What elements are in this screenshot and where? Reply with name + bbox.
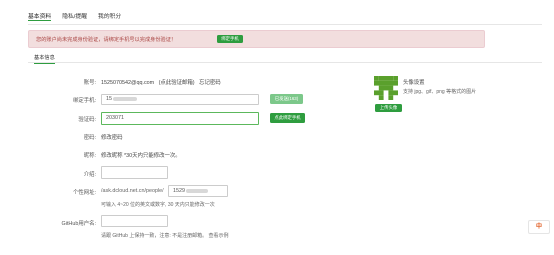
alert-message: 您的账户尚未完成身份验证，请绑定手机号以完成身份验证！ <box>36 37 177 43</box>
avatar-title: 头像设置 <box>403 80 425 86</box>
input-method-toolbar[interactable]: 中 <box>528 220 550 234</box>
personal-url-label: 个性网址: <box>72 190 96 196</box>
phone-redacted <box>113 96 137 101</box>
password-label: 密码: <box>83 135 96 141</box>
github-username-input[interactable] <box>101 215 168 227</box>
verification-alert: 您的账户尚未完成身份验证，请绑定手机号以完成身份验证！ 绑定手机 <box>28 30 485 48</box>
nickname-label: 昵称: <box>83 153 96 159</box>
personal-url-prefix: /ask.dcloud.net.cn/people/ <box>101 188 164 194</box>
forgot-password-link[interactable]: 忘记密码 <box>199 80 221 86</box>
upload-avatar-button[interactable]: 上传头像 <box>375 104 402 112</box>
github-label: GitHub用户名: <box>61 221 96 227</box>
verify-email-link[interactable]: (点此验证邮箱) <box>159 80 195 86</box>
intro-input[interactable] <box>101 166 168 179</box>
account-email: 1525070542@qq.com <box>101 80 155 86</box>
code-label: 验证码: <box>78 117 96 123</box>
tab-basic-profile[interactable]: 基本资料 <box>28 9 52 21</box>
ime-chinese-icon: 中 <box>535 224 542 230</box>
personal-url-hint: 可输入 4~20 位的英文或数字, 30 天内只能修改一次 <box>101 202 215 208</box>
send-code-button[interactable]: 已发送(163) <box>270 94 303 104</box>
bind-phone-button[interactable]: 点此绑定手机 <box>270 113 305 123</box>
phone-value: 15 <box>106 96 112 102</box>
personal-url-redacted <box>186 188 208 193</box>
phone-input[interactable]: 15 <box>101 94 259 105</box>
change-nickname-link[interactable]: 修改昵称 *30天内只能修改一次。 <box>101 151 181 159</box>
account-row: 1525070542@qq.com (点此验证邮箱) 忘记密码 <box>101 78 221 86</box>
phone-label: 绑定手机: <box>72 98 96 104</box>
personal-url-input[interactable]: 1529 <box>168 185 228 197</box>
account-label: 账号: <box>83 80 96 86</box>
section-divider <box>28 62 542 63</box>
intro-label: 介绍: <box>83 172 96 178</box>
change-password-link[interactable]: 修改密码 <box>101 133 123 141</box>
personal-url-value: 1529 <box>173 188 185 194</box>
avatar-identicon <box>374 76 398 100</box>
verification-code-input[interactable]: 203071 <box>101 112 259 125</box>
tab-privacy[interactable]: 隐私/提醒 <box>62 9 87 21</box>
tab-points[interactable]: 我的积分 <box>98 9 121 21</box>
tabs-divider <box>28 24 542 25</box>
github-hint: 请跟 GitHub 上保持一致，注意: 不是注册邮箱。 查看示例 <box>101 233 229 239</box>
profile-tabs: 基本资料 隐私/提醒 我的积分 <box>28 9 121 25</box>
avatar-subtitle: 支持 jpg、gif、png 等格式的图片 <box>403 89 477 95</box>
bind-phone-alert-button[interactable]: 绑定手机 <box>217 35 243 43</box>
